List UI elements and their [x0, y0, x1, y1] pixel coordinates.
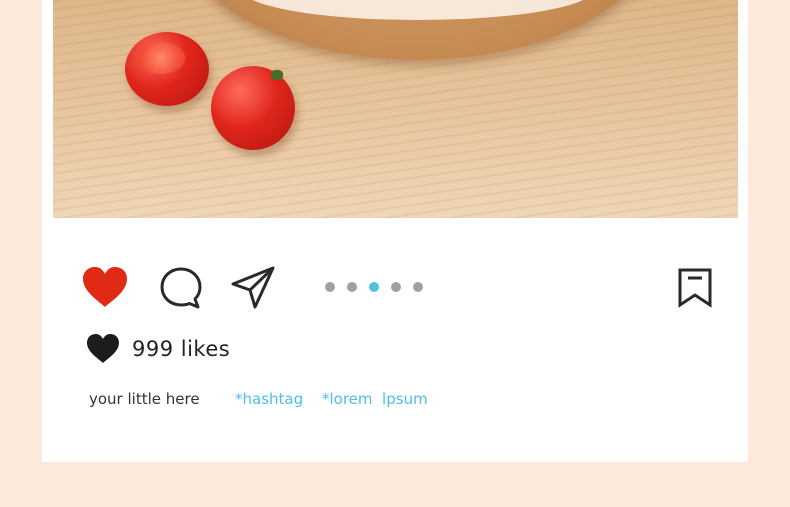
- hashtag-link[interactable]: *hashtag: [235, 390, 303, 408]
- post-photo[interactable]: [53, 0, 738, 218]
- like-heart-icon[interactable]: [80, 265, 130, 309]
- carousel-dot[interactable]: [325, 282, 335, 292]
- carousel-dot[interactable]: [347, 282, 357, 292]
- likes-count[interactable]: 999 likes: [132, 337, 230, 361]
- carousel-dot[interactable]: [413, 282, 423, 292]
- post-caption: your little here: [89, 390, 200, 408]
- wooden-board: [183, 0, 653, 60]
- carousel-dot-active[interactable]: [369, 282, 379, 292]
- carousel-dot[interactable]: [391, 282, 401, 292]
- paper-plane-icon[interactable]: [230, 264, 276, 310]
- tomato-half: [125, 32, 209, 106]
- tomato-whole: [211, 66, 295, 150]
- hashtag-link[interactable]: *lorem lpsum: [322, 390, 428, 408]
- likes-heart-icon: [85, 333, 121, 365]
- comment-bubble-icon[interactable]: [158, 265, 204, 311]
- bookmark-icon[interactable]: [676, 267, 714, 309]
- carousel-indicator: [325, 282, 423, 292]
